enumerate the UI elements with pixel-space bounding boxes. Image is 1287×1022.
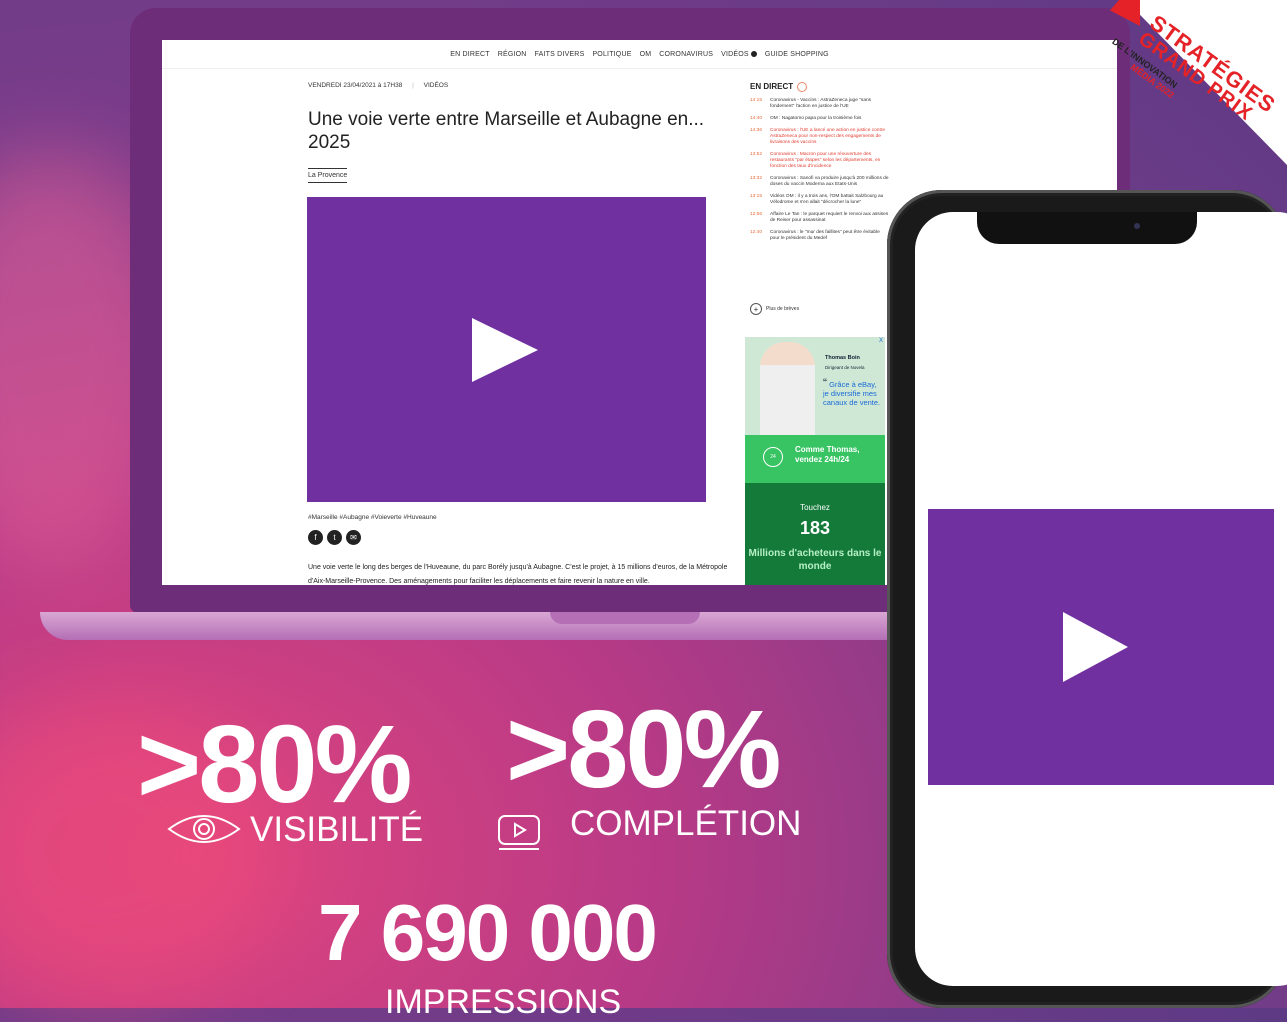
facebook-icon[interactable]: f [308,530,323,545]
live-item-text: Vidéos OM : il y a trois ans, l'OM batta… [770,194,884,205]
live-item[interactable]: 12:40 Coronavirus : le "mur des faillites… [750,230,890,242]
live-item-text: Affaire Le Tan : le parquet requiert le … [770,212,889,223]
ad-bottom-line3: Millions d'acheteurs dans le monde [748,548,882,572]
ad-person-image [760,342,815,435]
live-item-time: 14:36 [750,128,763,133]
twitter-icon[interactable]: t [327,530,342,545]
eye-icon [167,815,241,843]
award-badge: STRATÉGIES GRAND PRIX DE L'INNOVATION MÉ… [1090,0,1287,165]
live-item-time: 13:32 [750,176,763,181]
play-box-icon [498,815,540,850]
nav-item-politique[interactable]: POLITIQUE [592,51,631,58]
laptop-notch [550,612,700,624]
completion-label: COMPLÉTION [570,804,802,843]
nav-item-videos[interactable]: VIDÉOS [721,51,757,58]
ad-bottom-line1: Touchez [800,503,830,512]
impressions-value: 7 690 000 [318,888,658,977]
smartphone [887,190,1287,1008]
live-item-time: 12:40 [750,230,763,235]
live-item-text: OM : Nagatomo papa pour la troisième foi… [770,116,862,121]
more-briefs-label: Plus de brèves [766,306,800,312]
live-feed-title-text: EN DIRECT [750,82,794,92]
live-feed-title: EN DIRECT [750,82,808,92]
live-feed-list: 14:15 Coronavirus - Vaccins : AstraZeneca… [750,98,890,248]
article-video-player[interactable] [307,197,706,502]
completion-value: >80% [506,688,781,811]
visibility-value: >80% [137,703,412,826]
live-item-text: Coronavirus : l'UE a lancé une action en… [770,128,886,145]
email-icon[interactable]: ✉ [346,530,361,545]
live-item-text: Coronavirus : le "mur des faillites" peu… [770,230,880,241]
live-item-time: 12:56 [750,212,763,217]
nav-item-videos-label: VIDÉOS [721,50,749,58]
quote-icon: “ [823,376,827,390]
nav-item-faits-divers[interactable]: FAITS DIVERS [535,51,585,58]
share-buttons: f t ✉ [308,530,361,545]
ad-close-icon[interactable]: X [879,338,883,344]
play-icon[interactable] [1063,612,1128,682]
ad-quote-text: Grâce à eBay, je diversifie mes canaux d… [823,380,881,407]
live-indicator-icon [797,82,808,92]
ad-bottom-number: 183 [799,518,831,538]
play-icon[interactable] [472,318,538,382]
article-meta: VENDREDI 23/04/2021 à 17H38 | VIDÉOS [308,82,449,89]
site-nav: EN DIRECT RÉGION FAITS DIVERS POLITIQUE … [162,40,1117,69]
ad-person-role: Dirigeant de Novela [825,365,865,370]
clock-24-label: 24 [770,454,776,460]
article-source[interactable]: La Provence [308,168,348,183]
live-item[interactable]: 14:40 OM : Nagatomo papa pour la troisièm… [750,116,890,122]
live-item-text: Coronavirus : Sanofi va produire jusqu'à… [770,176,889,187]
ad-quote: “ Grâce à eBay, je diversifie mes canaux… [823,376,883,407]
live-item-time: 13:15 [750,194,763,199]
live-item-time: 14:15 [750,98,763,103]
article-category[interactable]: VIDÉOS [424,82,449,89]
live-item[interactable]: 14:15 Coronavirus - Vaccins : AstraZeneca… [750,98,890,110]
play-circle-icon [750,50,757,57]
nav-item-om[interactable]: OM [640,51,652,58]
nav-item-guide-shopping[interactable]: GUIDE SHOPPING [765,51,829,58]
live-item-text: Coronavirus - Vaccins : AstraZeneca juge… [770,98,872,109]
live-item[interactable]: 12:56 Affaire Le Tan : le parquet requier… [750,212,890,224]
nav-item-region[interactable]: RÉGION [498,51,527,58]
ad-mid-text: Comme Thomas, vendez 24h/24 [795,445,860,464]
ad-person-name: Thomas Boin [825,355,860,361]
article-title: Une voie verte entre Marseille et Aubagn… [308,109,705,153]
live-item-time: 13:52 [750,152,763,157]
camera-icon [1134,223,1140,229]
ad-mid-panel: 24 Comme Thomas, vendez 24h/24 [745,435,885,483]
live-item[interactable]: 13:32 Coronavirus : Sanofi va produire ju… [750,176,890,188]
article-date: VENDREDI 23/04/2021 à 17H38 [308,82,403,89]
phone-video-player[interactable] [928,509,1274,785]
live-item[interactable]: 13:15 Vidéos OM : il y a trois ans, l'OM … [750,194,890,206]
more-briefs-link[interactable]: + Plus de brèves [750,303,799,315]
plus-circle-icon: + [750,303,762,315]
impressions-label: IMPRESSIONS [385,983,622,1021]
ad-top-panel: Thomas Boin Dirigeant de Novela “ Grâce … [745,337,885,435]
visibility-label: VISIBILITÉ [250,810,424,849]
live-item-time: 14:40 [750,116,763,121]
nav-item-coronavirus[interactable]: CORONAVIRUS [659,51,713,58]
article-tags[interactable]: #Marseille #Aubagne #Voieverte #Huveaune [308,514,437,521]
live-item-text: Coronavirus : Macron pour une réouvertur… [770,152,881,169]
phone-notch [977,212,1197,244]
article-body: Une voie verte le long des berges de l'H… [308,564,728,585]
nav-item-en-direct[interactable]: EN DIRECT [450,51,490,58]
live-item[interactable]: 14:36 Coronavirus : l'UE a lancé une acti… [750,128,890,146]
live-item[interactable]: 13:52 Coronavirus : Macron pour une réouv… [750,152,890,170]
ad-bottom-panel: Touchez 183 Millions d'acheteurs dans le… [745,483,885,585]
clock-24-icon: 24 [763,447,783,467]
ebay-ad[interactable]: Thomas Boin Dirigeant de Novela “ Grâce … [745,337,885,585]
